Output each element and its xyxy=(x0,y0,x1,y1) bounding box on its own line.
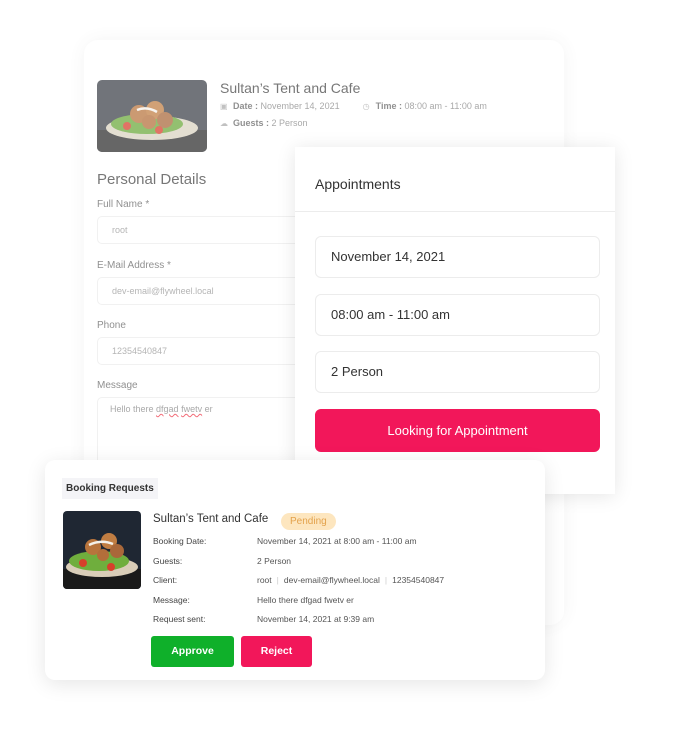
message-value: Hello there dfgad fwetv er xyxy=(257,595,354,605)
reject-button[interactable]: Reject xyxy=(241,636,312,667)
appointments-card: Appointments November 14, 2021 08:00 am … xyxy=(295,147,615,494)
appointment-date-field[interactable]: November 14, 2021 xyxy=(315,236,600,278)
request-sent-value: November 14, 2021 at 9:39 am xyxy=(257,614,375,624)
full-name-label: Full Name * xyxy=(97,199,150,210)
phone-label: Phone xyxy=(97,320,126,331)
separator: | xyxy=(384,575,388,585)
personal-details-title: Personal Details xyxy=(97,171,207,188)
message-typo-word: fwetv xyxy=(181,404,203,414)
message-label: Message xyxy=(97,380,138,391)
status-badge: Pending xyxy=(281,513,336,530)
message-typo-word: dfgad xyxy=(156,404,179,414)
request-sent-label: Request sent: xyxy=(153,614,206,624)
time-value: 08:00 am - 11:00 am xyxy=(404,101,487,111)
restaurant-name: Sultan’s Tent and Cafe xyxy=(220,80,361,96)
guests-label: Guests : xyxy=(233,118,270,128)
date-label: Date : xyxy=(233,101,259,111)
guests-label: Guests: xyxy=(153,556,183,566)
time-label: Time : xyxy=(375,101,402,111)
client-value: root | dev-email@flywheel.local | 1235454084… xyxy=(257,575,444,585)
message-text-end: er xyxy=(202,404,213,414)
appointment-guests-field[interactable]: 2 Person xyxy=(315,351,600,393)
request-restaurant-name: Sultan’s Tent and Cafe xyxy=(153,513,269,525)
guests-value: 2 Person xyxy=(257,556,292,566)
booking-requests-title: Booking Requests xyxy=(62,478,158,499)
client-email: dev-email@flywheel.local xyxy=(283,575,380,585)
appointment-time-field[interactable]: 08:00 am - 11:00 am xyxy=(315,294,600,336)
guests-value: 2 Person xyxy=(271,118,308,128)
email-label: E-Mail Address * xyxy=(97,260,171,271)
looking-for-appointment-button[interactable]: Looking for Appointment xyxy=(315,409,600,452)
date-value: November 14, 2021 xyxy=(260,101,340,111)
calendar-icon: ▣ xyxy=(220,102,228,111)
restaurant-meta: ▣ Date : November 14, 2021 ◷ Time : 08:00 … xyxy=(220,98,487,132)
guests-icon: ☁ xyxy=(220,119,228,128)
message-label: Message: xyxy=(153,595,190,605)
booking-date-label: Booking Date: xyxy=(153,536,207,546)
restaurant-image xyxy=(97,80,207,152)
restaurant-image xyxy=(63,511,141,589)
booking-requests-card: Booking Requests Sultan’s Tent and Cafe … xyxy=(45,460,545,680)
booking-date-value: November 14, 2021 at 8:00 am - 11:00 am xyxy=(257,536,417,546)
client-label: Client: xyxy=(153,575,178,585)
separator: | xyxy=(276,575,279,585)
clock-icon: ◷ xyxy=(362,102,370,111)
client-name: root xyxy=(257,575,272,585)
appointments-title: Appointments xyxy=(295,147,615,212)
client-phone: 12354540847 xyxy=(392,575,445,585)
message-text: Hello there xyxy=(110,404,157,414)
approve-button[interactable]: Approve xyxy=(151,636,234,667)
